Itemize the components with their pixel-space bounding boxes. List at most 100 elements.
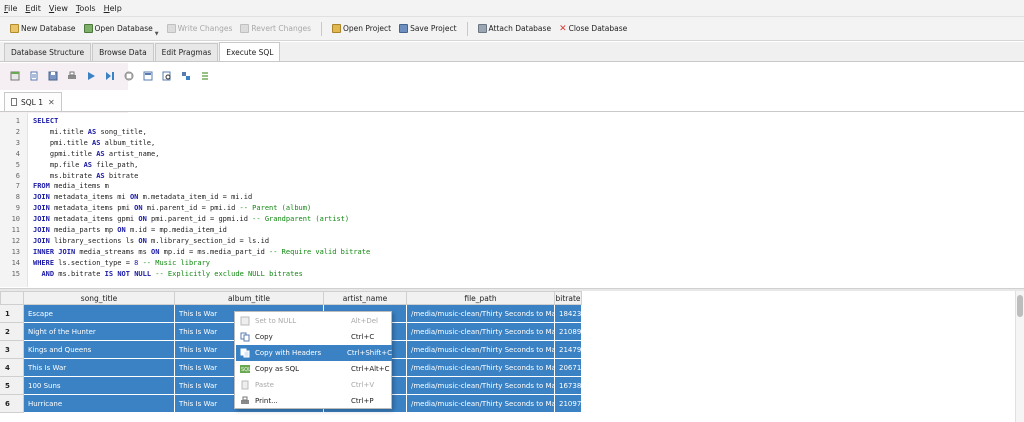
row-header[interactable]: 5 xyxy=(0,377,24,395)
menu-help[interactable]: Help xyxy=(104,4,122,13)
sql-code-text: WHERE ls.section_type = 8 -- Music libra… xyxy=(33,258,211,267)
line-number: 10 xyxy=(11,215,20,224)
results-grid[interactable]: song_title album_title artist_name file_pat… xyxy=(0,291,1024,422)
row-header[interactable]: 4 xyxy=(0,359,24,377)
open-tab-icon[interactable] xyxy=(10,71,20,81)
attach-database-button[interactable]: Attach Database xyxy=(474,20,556,38)
menu-file[interactable]: File xyxy=(4,4,17,13)
execute-current-line-icon[interactable] xyxy=(105,71,115,81)
row-header[interactable]: 2 xyxy=(0,323,24,341)
row-header[interactable]: 1 xyxy=(0,305,24,323)
table-cell-song-title[interactable]: Night of the Hunter xyxy=(24,323,175,341)
table-cell-song-title[interactable]: Escape xyxy=(24,305,175,323)
menu-tools[interactable]: Tools xyxy=(76,4,96,13)
paste-icon xyxy=(240,380,250,390)
line-number: 9 xyxy=(15,204,20,213)
open-database-label: Open Database xyxy=(94,24,153,33)
close-database-icon: ✕ xyxy=(559,23,567,34)
revert-changes-button[interactable]: Revert Changes xyxy=(236,20,315,38)
toolbar-separator xyxy=(320,21,322,36)
comment-lines-icon[interactable] xyxy=(200,71,210,81)
column-header-song-title[interactable]: song_title xyxy=(24,291,175,305)
tab-edit-pragmas[interactable]: Edit Pragmas xyxy=(154,43,219,61)
close-tab-icon[interactable]: ✕ xyxy=(48,98,55,107)
save-sql-file-icon[interactable] xyxy=(48,71,58,81)
grid-corner[interactable] xyxy=(0,291,24,305)
table-cell-bitrate[interactable]: 210894 xyxy=(555,323,582,341)
print-icon[interactable] xyxy=(67,71,77,81)
svg-text:SQL: SQL xyxy=(241,367,250,373)
tab-browse-data[interactable]: Browse Data xyxy=(92,43,154,61)
sql-code-text: gpmi.title AS artist_name, xyxy=(33,149,160,158)
menu-view[interactable]: View xyxy=(49,4,68,13)
copy-headers-icon xyxy=(240,348,250,358)
context-menu-shortcut: Ctrl+P xyxy=(351,397,374,405)
sql-editor-tab-label: SQL 1 xyxy=(21,97,43,107)
context-menu-copy[interactable]: Copy Ctrl+C xyxy=(236,329,392,345)
open-project-button[interactable]: Open Project xyxy=(328,20,395,38)
column-header-bitrate[interactable]: bitrate xyxy=(555,291,582,305)
open-database-button[interactable]: Open Database xyxy=(80,20,157,38)
find-text-icon[interactable] xyxy=(162,71,172,81)
column-header-file-path[interactable]: file_path xyxy=(407,291,555,305)
save-project-button[interactable]: Save Project xyxy=(395,20,460,38)
line-number: 2 xyxy=(15,127,20,136)
table-cell-file-path[interactable]: /media/music-clean/Thirty Seconds to Mar… xyxy=(407,377,555,395)
context-menu-shortcut: Alt+Del xyxy=(351,317,378,325)
copy-icon xyxy=(240,332,250,342)
table-cell-file-path[interactable]: /media/music-clean/Thirty Seconds to Mar… xyxy=(407,359,555,377)
table-cell-bitrate[interactable]: 214792 xyxy=(555,341,582,359)
scrollbar-thumb[interactable] xyxy=(1017,295,1023,317)
column-header-artist-name[interactable]: artist_name xyxy=(324,291,407,305)
table-cell-bitrate[interactable]: 167380 xyxy=(555,377,582,395)
table-cell-file-path[interactable]: /media/music-clean/Thirty Seconds to Mar… xyxy=(407,341,555,359)
table-cell-bitrate[interactable]: 210976 xyxy=(555,395,582,413)
table-cell-file-path[interactable]: /media/music-clean/Thirty Seconds to Mar… xyxy=(407,305,555,323)
write-changes-icon xyxy=(166,24,176,33)
context-menu-print[interactable]: Print... Ctrl+P xyxy=(236,393,392,409)
results-vertical-scrollbar[interactable] xyxy=(1015,291,1024,422)
tab-database-structure[interactable]: Database Structure xyxy=(4,43,92,61)
write-changes-button[interactable]: Write Changes xyxy=(163,20,237,38)
sql-code-text: FROM media_items m xyxy=(33,182,109,191)
context-menu-copy-with-headers[interactable]: Copy with Headers Ctrl+Shift+C xyxy=(236,345,392,361)
new-database-label: New Database xyxy=(21,24,76,33)
open-database-icon xyxy=(83,24,93,33)
close-database-button[interactable]: ✕ Close Database xyxy=(555,20,631,38)
table-cell-song-title[interactable]: This Is War xyxy=(24,359,175,377)
context-menu-copy-as-sql[interactable]: SQL Copy as SQL Ctrl+Alt+C xyxy=(236,361,392,377)
context-menu-shortcut: Ctrl+Alt+C xyxy=(351,365,390,373)
sql-code-text: AND ms.bitrate IS NOT NULL -- Explicitly… xyxy=(41,269,303,278)
line-number: 8 xyxy=(15,193,20,202)
table-cell-song-title[interactable]: Kings and Queens xyxy=(24,341,175,359)
open-database-dropdown-icon[interactable]: ▼ xyxy=(155,31,159,37)
new-database-button[interactable]: New Database xyxy=(6,20,80,38)
sql-editor[interactable]: 1 SELECT 2 mi.title AS song_title, 3 pmi.ti… xyxy=(0,113,1024,287)
row-header[interactable]: 6 xyxy=(0,395,24,413)
write-changes-label: Write Changes xyxy=(177,24,233,33)
row-header[interactable]: 3 xyxy=(0,341,24,359)
column-header-album-title[interactable]: album_title xyxy=(175,291,324,305)
menu-edit[interactable]: Edit xyxy=(25,4,41,13)
tab-execute-sql[interactable]: Execute SQL xyxy=(219,42,281,61)
line-number: 7 xyxy=(15,182,20,191)
table-cell-song-title[interactable]: Hurricane xyxy=(24,395,175,413)
table-cell-song-title[interactable]: 100 Suns xyxy=(24,377,175,395)
context-menu-paste: Paste Ctrl+V xyxy=(236,377,392,393)
sql-code-text: ms.bitrate AS bitrate xyxy=(33,171,139,180)
table-cell-file-path[interactable]: /media/music-clean/Thirty Seconds to Mar… xyxy=(407,395,555,413)
execute-all-icon[interactable] xyxy=(86,71,96,81)
save-results-icon[interactable] xyxy=(143,71,153,81)
table-cell-file-path[interactable]: /media/music-clean/Thirty Seconds to Mar… xyxy=(407,323,555,341)
table-cell-bitrate[interactable]: 206719 xyxy=(555,359,582,377)
sql-editor-tab[interactable]: SQL 1 ✕ xyxy=(4,92,62,111)
sql-code-text: JOIN metadata_items gpmi ON pmi.parent_i… xyxy=(33,215,350,224)
line-number: 12 xyxy=(11,236,20,245)
table-cell-bitrate[interactable]: 184238 xyxy=(555,305,582,323)
save-project-label: Save Project xyxy=(410,24,457,33)
open-sql-file-icon[interactable] xyxy=(29,71,39,81)
sql-code-text: JOIN library_sections ls ON m.library_se… xyxy=(33,236,270,245)
find-replace-icon[interactable] xyxy=(181,71,191,81)
sql-code-text: pmi.title AS album_title, xyxy=(33,138,156,147)
stop-execution-icon[interactable] xyxy=(124,71,134,81)
